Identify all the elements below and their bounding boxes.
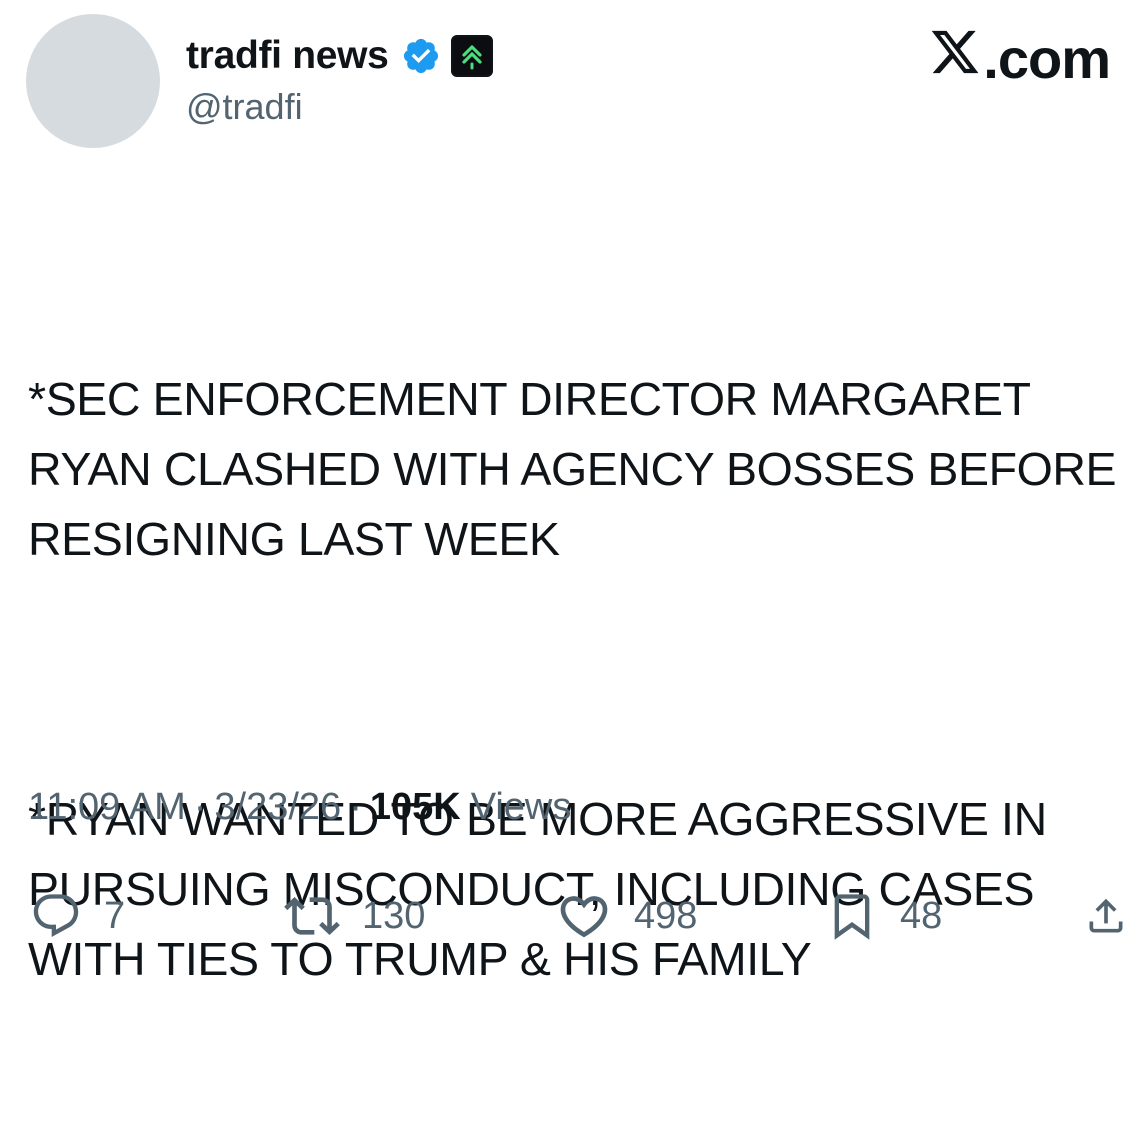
double-chevron-up-icon[interactable]: [450, 35, 493, 77]
brand-domain-label: .com: [983, 27, 1111, 90]
bookmark-icon: [826, 888, 878, 944]
reply-count: 7: [104, 894, 126, 937]
verified-check-icon[interactable]: [401, 36, 441, 76]
tweet-time[interactable]: 11:09 AM: [28, 786, 186, 829]
x-com-brand: .com: [929, 26, 1111, 91]
tweet-meta: 11:09 AM · 3/23/26 · 105K Views: [28, 786, 571, 829]
meta-separator: ·: [193, 786, 207, 828]
bookmark-button[interactable]: 48: [826, 876, 942, 956]
tweet-date[interactable]: 3/23/26: [214, 786, 341, 829]
x-logo-icon: [929, 26, 983, 91]
bookmark-count: 48: [900, 894, 943, 937]
author-display-name[interactable]: tradfi news: [186, 34, 389, 78]
author-handle[interactable]: @tradfi: [186, 86, 303, 128]
share-button[interactable]: [1084, 876, 1128, 956]
like-count: 498: [634, 894, 698, 937]
retweet-button[interactable]: 130: [284, 876, 425, 956]
tweet-paragraph: *SEC ENFORCEMENT DIRECTOR MARGARET RYAN …: [28, 373, 1128, 565]
reply-bubble-icon: [30, 890, 82, 942]
avatar[interactable]: [26, 14, 160, 148]
tweet-text: *SEC ENFORCEMENT DIRECTOR MARGARET RYAN …: [28, 224, 1118, 1134]
retweet-count: 130: [362, 894, 426, 937]
action-bar: 7 130 498 48: [0, 876, 1128, 956]
views-label: Views: [470, 786, 572, 828]
meta-separator: ·: [349, 786, 362, 828]
reply-button[interactable]: 7: [30, 876, 125, 956]
retweet-icon: [284, 888, 340, 944]
views-count: 105K: [369, 786, 461, 828]
heart-icon: [556, 888, 612, 944]
share-icon: [1084, 888, 1128, 944]
author-name-row: tradfi news: [186, 30, 493, 82]
like-button[interactable]: 498: [556, 876, 697, 956]
